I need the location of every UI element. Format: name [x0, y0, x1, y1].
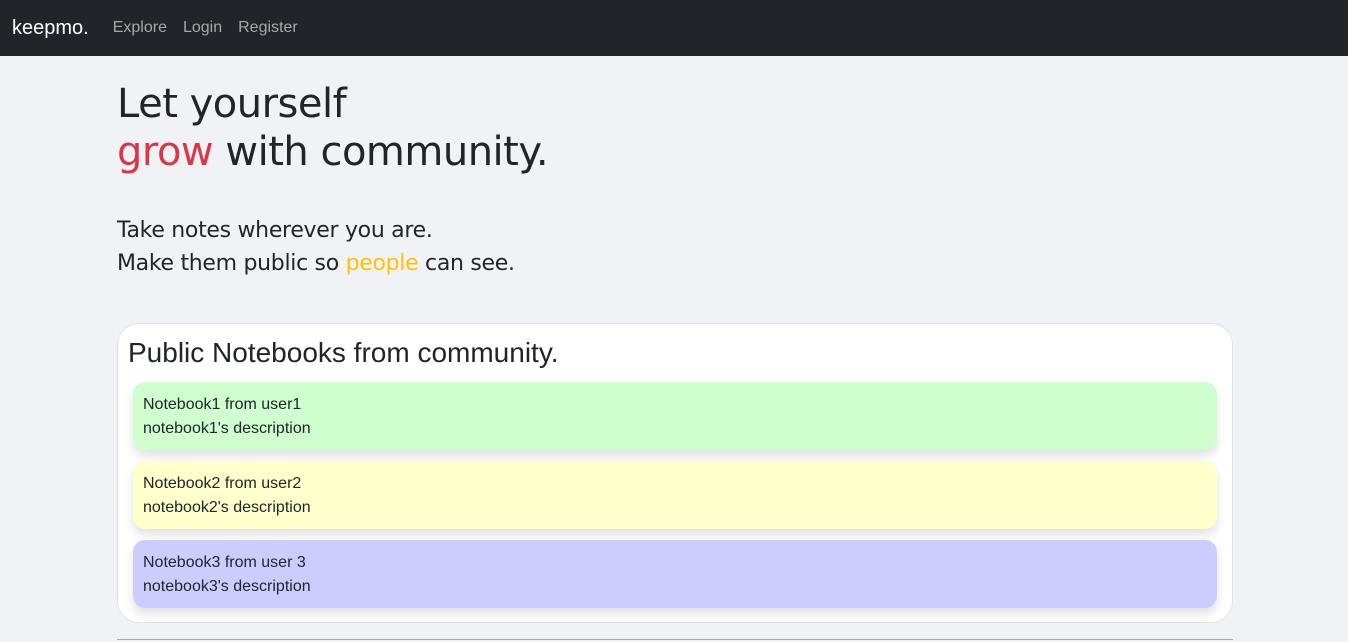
main-container: Let yourself grow with community. Take n… [117, 80, 1233, 640]
notebook-description: notebook3's description [143, 578, 311, 595]
hero-subtitle-line2-start: Make them public so [117, 251, 346, 276]
notebook-card[interactable]: Notebook3 from user 3 notebook3's descri… [133, 540, 1217, 608]
notebook-title: Notebook3 from user 3 [143, 554, 306, 571]
hero-title: Let yourself grow with community. [117, 80, 1233, 176]
notebook-title: Notebook1 from user1 [143, 396, 302, 413]
notebook-description: notebook1's description [143, 420, 311, 437]
public-notebooks-title: Public Notebooks from community. [128, 337, 559, 368]
nav-link-register[interactable]: Register [238, 19, 298, 37]
hero-subtitle-line1: Take notes wherever you are. [117, 218, 433, 243]
nav-link-login[interactable]: Login [183, 19, 222, 37]
footer-divider [117, 639, 1233, 640]
brand-logo[interactable]: keepmo. [12, 17, 89, 40]
navbar: keepmo. Explore Login Register [0, 0, 1348, 56]
notebook-card[interactable]: Notebook2 from user2 notebook2's descrip… [133, 461, 1217, 529]
hero-title-accent: grow [117, 129, 214, 175]
hero-subtitle-accent: people [345, 251, 419, 276]
notebook-title: Notebook2 from user2 [143, 475, 302, 492]
hero-title-line2: with community. [213, 129, 549, 175]
hero-subtitle: Take notes wherever you are. Make them p… [117, 214, 1233, 280]
hero-title-line1: Let yourself [117, 81, 347, 127]
hero-subtitle-line2-end: can see. [418, 251, 515, 276]
nav-link-explore[interactable]: Explore [113, 19, 167, 37]
notebook-description: notebook2's description [143, 499, 311, 516]
notebook-card[interactable]: Notebook1 from user1 notebook1's descrip… [133, 382, 1217, 450]
public-notebooks-card: Public Notebooks from community. Noteboo… [117, 323, 1233, 623]
